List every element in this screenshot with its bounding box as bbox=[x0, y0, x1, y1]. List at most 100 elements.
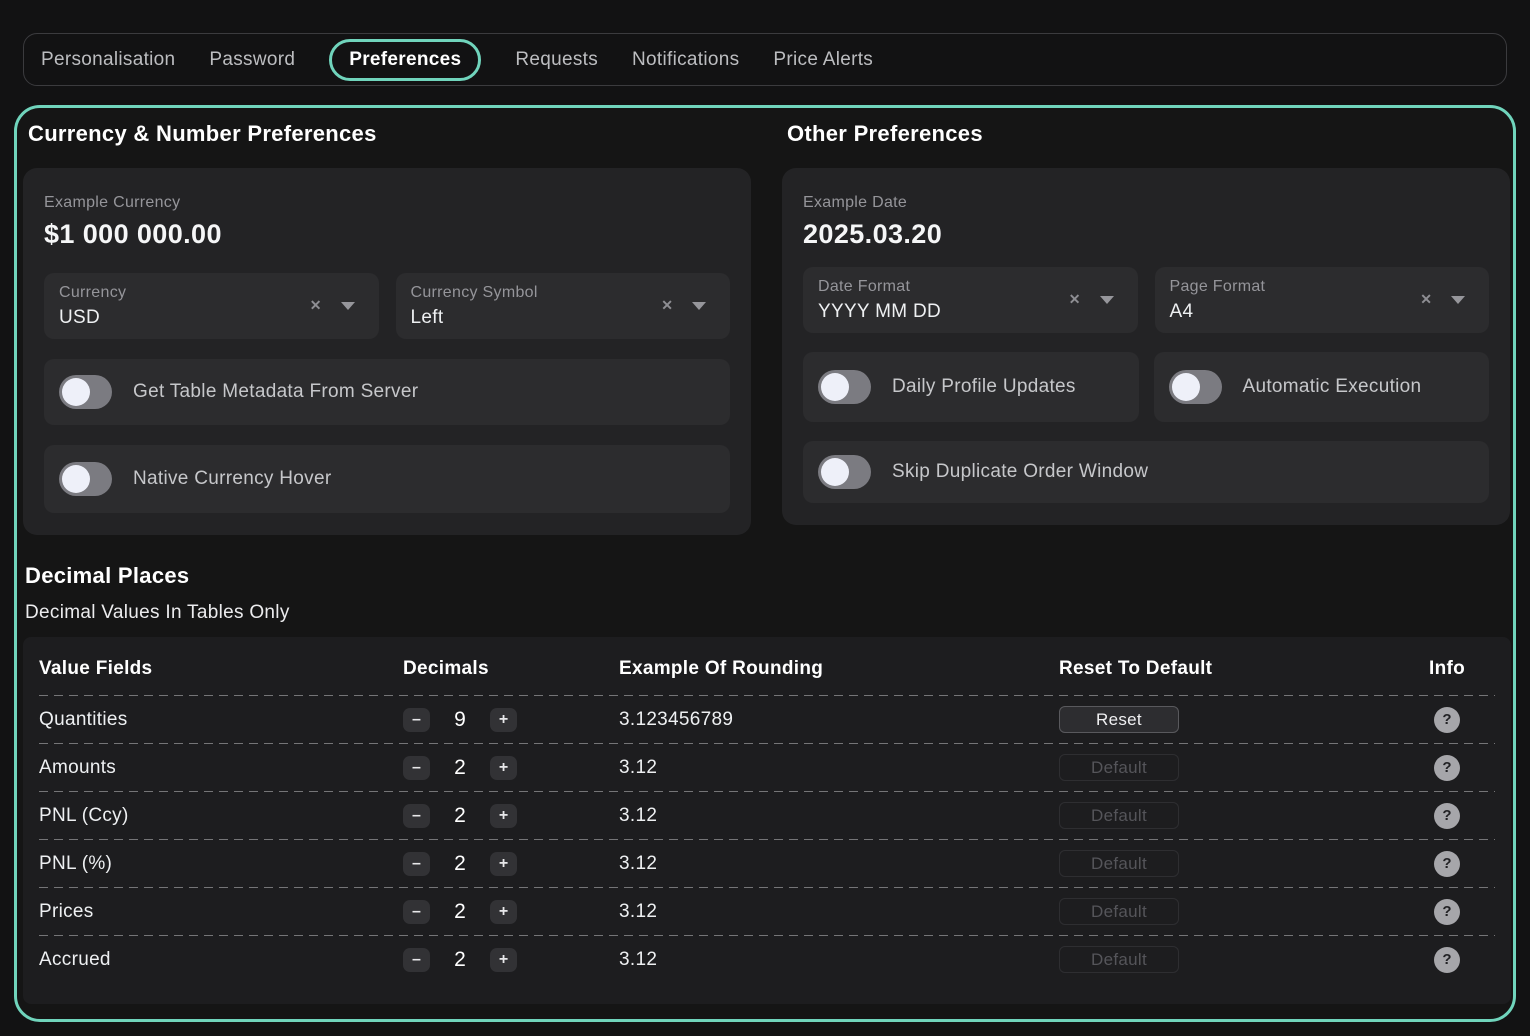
decimal-places-subtitle: Decimal Values In Tables Only bbox=[25, 602, 1511, 624]
increment-button[interactable]: + bbox=[490, 852, 517, 876]
toggle-knob bbox=[1172, 373, 1200, 401]
increment-button[interactable]: + bbox=[490, 804, 517, 828]
col-header-example: Example Of Rounding bbox=[619, 658, 1059, 680]
quantity-stepper: – 9 + bbox=[403, 708, 619, 732]
row-field-label: PNL (Ccy) bbox=[39, 805, 403, 827]
info-icon[interactable]: ? bbox=[1434, 851, 1460, 877]
decrement-button[interactable]: – bbox=[403, 948, 430, 972]
currency-card: Example Currency $1 000 000.00 Currency … bbox=[23, 168, 751, 535]
increment-button[interactable]: + bbox=[490, 756, 517, 780]
tab-preferences[interactable]: Preferences bbox=[329, 39, 481, 81]
decrement-button[interactable]: – bbox=[403, 708, 430, 732]
daily-profile-updates-toggle[interactable] bbox=[818, 370, 871, 404]
col-header-reset: Reset To Default bbox=[1059, 658, 1399, 680]
tab-price-alerts[interactable]: Price Alerts bbox=[773, 49, 873, 71]
tab-personalisation[interactable]: Personalisation bbox=[41, 49, 175, 71]
chevron-down-icon[interactable] bbox=[1100, 296, 1114, 304]
default-button: Default bbox=[1059, 946, 1179, 973]
page-format-select[interactable]: Page Format A4 ✕ bbox=[1155, 267, 1490, 333]
row-field-label: Quantities bbox=[39, 709, 403, 731]
date-format-select[interactable]: Date Format YYYY MM DD ✕ bbox=[803, 267, 1138, 333]
tab-requests[interactable]: Requests bbox=[515, 49, 598, 71]
clear-icon[interactable]: ✕ bbox=[1069, 291, 1081, 308]
skip-duplicate-order-toggle[interactable] bbox=[818, 455, 871, 489]
clear-icon[interactable]: ✕ bbox=[661, 297, 673, 314]
increment-button[interactable]: + bbox=[490, 948, 517, 972]
get-table-metadata-label: Get Table Metadata From Server bbox=[133, 381, 418, 403]
native-currency-hover-row: Native Currency Hover bbox=[44, 445, 730, 513]
automatic-execution-row: Automatic Execution bbox=[1154, 352, 1490, 422]
other-section-title: Other Preferences bbox=[787, 121, 1510, 147]
settings-tab-bar: Personalisation Password Preferences Req… bbox=[23, 33, 1507, 86]
example-date-label: Example Date bbox=[803, 194, 1489, 212]
chevron-down-icon[interactable] bbox=[692, 302, 706, 310]
table-row-pnl-pct: PNL (%) – 2 + 3.12 Default ? bbox=[39, 840, 1495, 887]
table-row-prices: Prices – 2 + 3.12 Default ? bbox=[39, 888, 1495, 935]
default-button: Default bbox=[1059, 802, 1179, 829]
native-currency-hover-label: Native Currency Hover bbox=[133, 468, 331, 490]
skip-duplicate-order-row: Skip Duplicate Order Window bbox=[803, 441, 1489, 503]
chevron-down-icon[interactable] bbox=[1451, 296, 1465, 304]
rounding-example: 3.123456789 bbox=[619, 709, 1059, 731]
reset-button[interactable]: Reset bbox=[1059, 706, 1179, 733]
table-row-accrued: Accrued – 2 + 3.12 Default ? bbox=[39, 936, 1495, 983]
quantity-stepper: – 2 + bbox=[403, 948, 619, 972]
rounding-example: 3.12 bbox=[619, 949, 1059, 971]
clear-icon[interactable]: ✕ bbox=[1420, 291, 1432, 308]
default-button: Default bbox=[1059, 898, 1179, 925]
example-currency-label: Example Currency bbox=[44, 194, 730, 212]
row-field-label: Accrued bbox=[39, 949, 403, 971]
info-icon[interactable]: ? bbox=[1434, 803, 1460, 829]
decimal-places-table: Value Fields Decimals Example Of Roundin… bbox=[23, 637, 1511, 1004]
table-row-amounts: Amounts – 2 + 3.12 Default ? bbox=[39, 744, 1495, 791]
tab-password[interactable]: Password bbox=[209, 49, 295, 71]
decimal-places-title: Decimal Places bbox=[25, 563, 1511, 589]
chevron-down-icon[interactable] bbox=[341, 302, 355, 310]
table-header-row: Value Fields Decimals Example Of Roundin… bbox=[39, 658, 1495, 695]
toggle-knob bbox=[62, 378, 90, 406]
get-table-metadata-toggle[interactable] bbox=[59, 375, 112, 409]
info-icon[interactable]: ? bbox=[1434, 899, 1460, 925]
skip-duplicate-order-label: Skip Duplicate Order Window bbox=[892, 461, 1148, 483]
automatic-execution-toggle[interactable] bbox=[1169, 370, 1222, 404]
quantity-stepper: – 2 + bbox=[403, 900, 619, 924]
daily-profile-updates-label: Daily Profile Updates bbox=[892, 376, 1076, 398]
currency-symbol-select[interactable]: Currency Symbol Left ✕ bbox=[396, 273, 731, 339]
decimals-value: 2 bbox=[439, 900, 481, 924]
rounding-example: 3.12 bbox=[619, 853, 1059, 875]
clear-icon[interactable]: ✕ bbox=[310, 297, 322, 314]
col-header-info: Info bbox=[1399, 658, 1495, 680]
decrement-button[interactable]: – bbox=[403, 852, 430, 876]
col-header-decimals: Decimals bbox=[403, 658, 619, 680]
currency-select[interactable]: Currency USD ✕ bbox=[44, 273, 379, 339]
decimals-value: 2 bbox=[439, 948, 481, 972]
decrement-button[interactable]: – bbox=[403, 756, 430, 780]
rounding-example: 3.12 bbox=[619, 805, 1059, 827]
toggle-knob bbox=[821, 458, 849, 486]
toggle-knob bbox=[62, 465, 90, 493]
example-date-value: 2025.03.20 bbox=[803, 219, 1489, 250]
preferences-panel: Currency & Number Preferences Example Cu… bbox=[14, 105, 1516, 1022]
table-row-pnl-ccy: PNL (Ccy) – 2 + 3.12 Default ? bbox=[39, 792, 1495, 839]
increment-button[interactable]: + bbox=[490, 708, 517, 732]
decrement-button[interactable]: – bbox=[403, 804, 430, 828]
info-icon[interactable]: ? bbox=[1434, 755, 1460, 781]
rounding-example: 3.12 bbox=[619, 757, 1059, 779]
daily-profile-updates-row: Daily Profile Updates bbox=[803, 352, 1139, 422]
automatic-execution-label: Automatic Execution bbox=[1243, 376, 1422, 398]
default-button: Default bbox=[1059, 754, 1179, 781]
native-currency-hover-toggle[interactable] bbox=[59, 462, 112, 496]
tab-notifications[interactable]: Notifications bbox=[632, 49, 739, 71]
default-button: Default bbox=[1059, 850, 1179, 877]
increment-button[interactable]: + bbox=[490, 900, 517, 924]
decrement-button[interactable]: – bbox=[403, 900, 430, 924]
currency-number-section: Currency & Number Preferences Example Cu… bbox=[23, 121, 751, 535]
decimal-places-section: Decimal Places Decimal Values In Tables … bbox=[23, 563, 1511, 1004]
quantity-stepper: – 2 + bbox=[403, 804, 619, 828]
info-icon[interactable]: ? bbox=[1434, 947, 1460, 973]
table-row-quantities: Quantities – 9 + 3.123456789 Reset ? bbox=[39, 696, 1495, 743]
info-icon[interactable]: ? bbox=[1434, 707, 1460, 733]
quantity-stepper: – 2 + bbox=[403, 852, 619, 876]
row-field-label: Amounts bbox=[39, 757, 403, 779]
other-preferences-section: Other Preferences Example Date 2025.03.2… bbox=[782, 121, 1510, 525]
